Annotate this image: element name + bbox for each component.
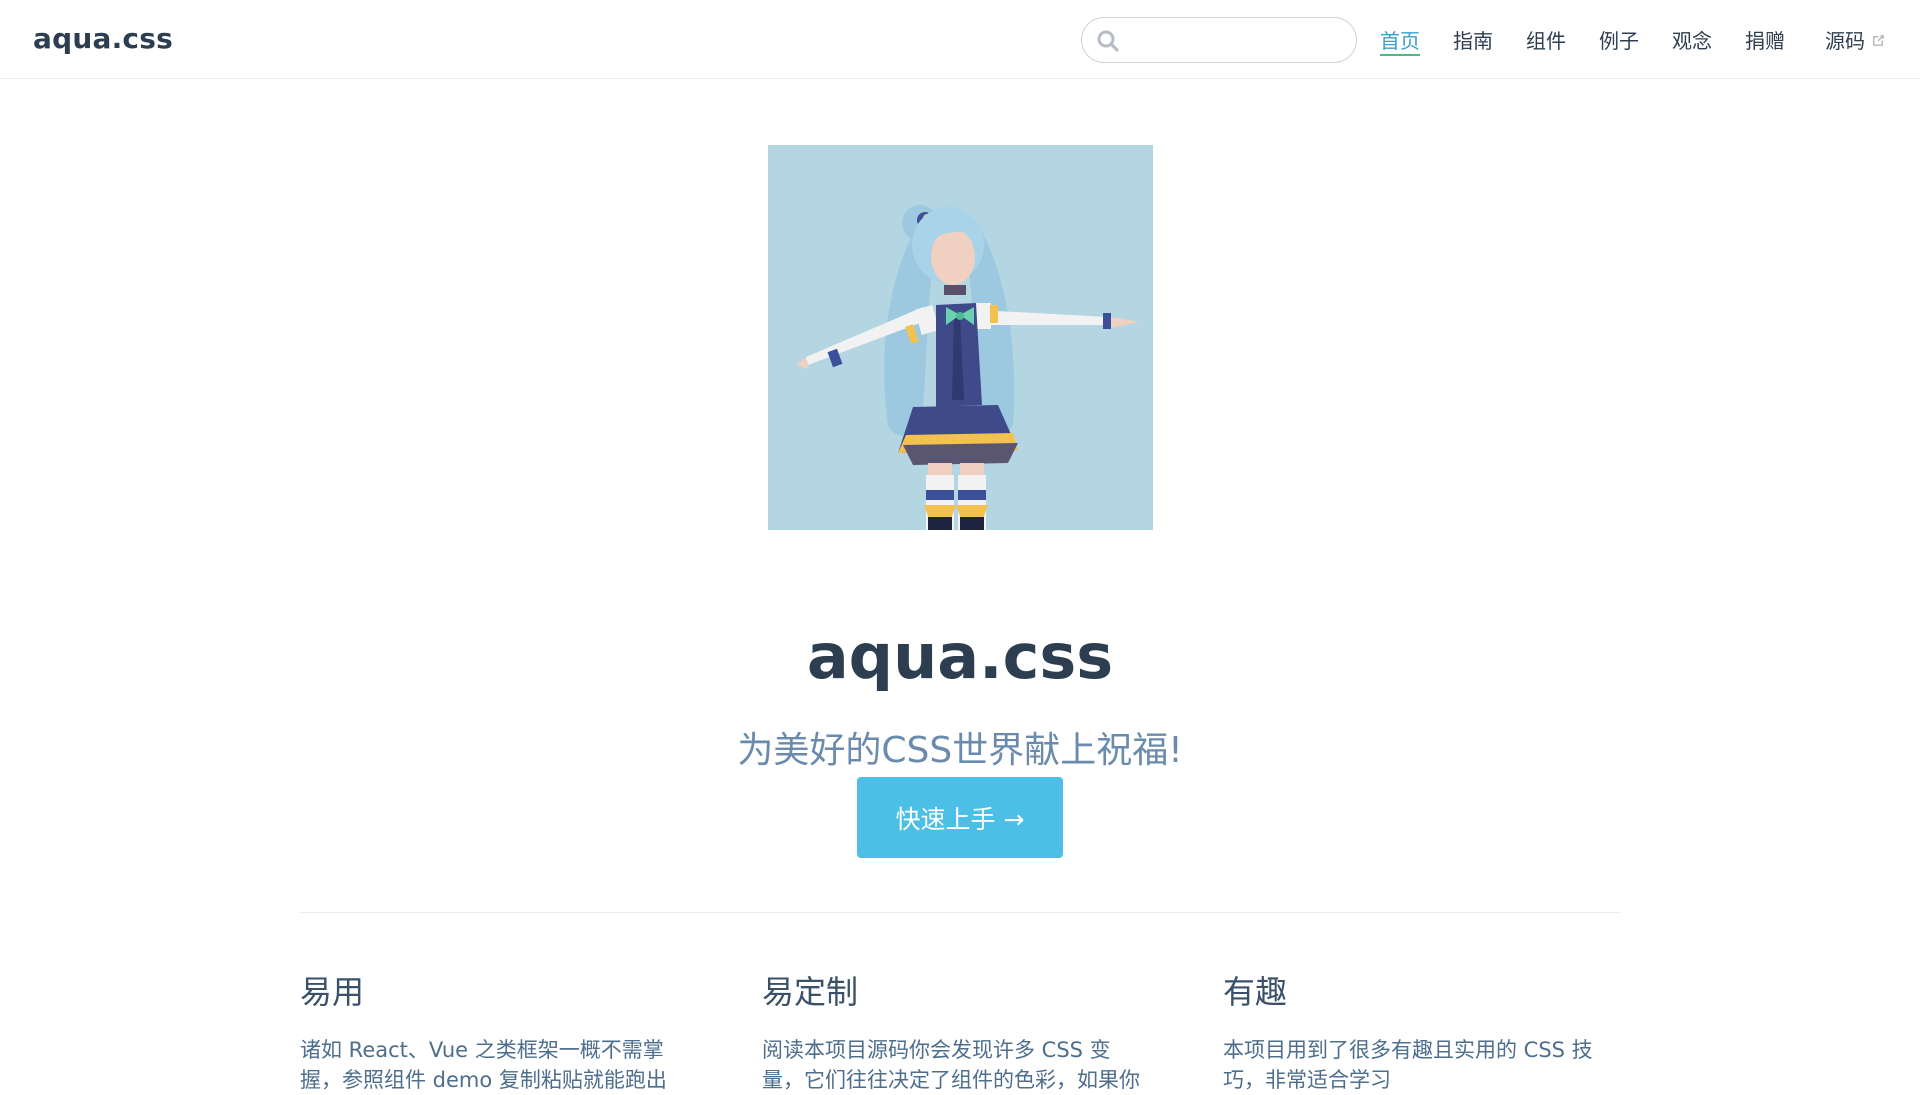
site-name-link[interactable]: aqua.css (33, 22, 173, 55)
aqua-illustration (796, 205, 1140, 530)
nav-links: 首页 指南 组件 例子 观念 捐赠 源码 (1380, 0, 1886, 79)
search-icon (1097, 30, 1119, 52)
nav-item-label: 观念 (1672, 29, 1712, 53)
hero-tagline: 为美好的CSS世界献上祝福! (737, 730, 1183, 771)
search-input[interactable] (1128, 24, 1348, 56)
nav-item-home[interactable]: 首页 (1380, 0, 1420, 79)
nav-item-donate[interactable]: 捐赠 (1745, 0, 1785, 79)
nav-item-guide[interactable]: 指南 (1453, 0, 1493, 79)
feature-title: 易定制 (762, 973, 859, 1011)
feature-description: 诸如 React、Vue 之类框架一概不需掌握，参照组件 demo 复制粘贴就能… (300, 1038, 667, 1092)
nav-item-label: 首页 (1380, 29, 1420, 53)
nav-item-label: 组件 (1526, 29, 1566, 53)
nav-item-source[interactable]: 源码 (1825, 0, 1886, 79)
nav-item-concepts[interactable]: 观念 (1672, 0, 1712, 79)
navbar: aqua.css 首页 指南 组件 例子 观念 捐赠 源码 (0, 0, 1920, 79)
nav-item-label: 例子 (1599, 29, 1639, 53)
nav-item-label: 指南 (1453, 29, 1493, 53)
get-started-button[interactable]: 快速上手 → (857, 777, 1063, 858)
feature-description: 阅读本项目源码你会发现许多 CSS 变量，它们往往决定了组件的色彩，如果你 (762, 1038, 1140, 1092)
external-link-icon (1873, 35, 1884, 46)
nav-item-examples[interactable]: 例子 (1599, 0, 1639, 79)
feature-title: 有趣 (1223, 973, 1288, 1011)
feature-description: 本项目用到了很多有趣且实用的 CSS 技巧，非常适合学习 (1223, 1038, 1593, 1092)
nav-item-label: 源码 (1825, 29, 1865, 53)
features-section: 易用 诸如 React、Vue 之类框架一概不需掌握，参照组件 demo 复制粘… (300, 912, 1620, 1092)
nav-item-components[interactable]: 组件 (1526, 0, 1566, 79)
search-box[interactable] (1081, 17, 1357, 63)
hero-illustration (768, 145, 1153, 530)
feature-title: 易用 (300, 973, 365, 1011)
hero-title: aqua.css (806, 619, 1114, 693)
nav-item-label: 捐赠 (1745, 29, 1785, 53)
